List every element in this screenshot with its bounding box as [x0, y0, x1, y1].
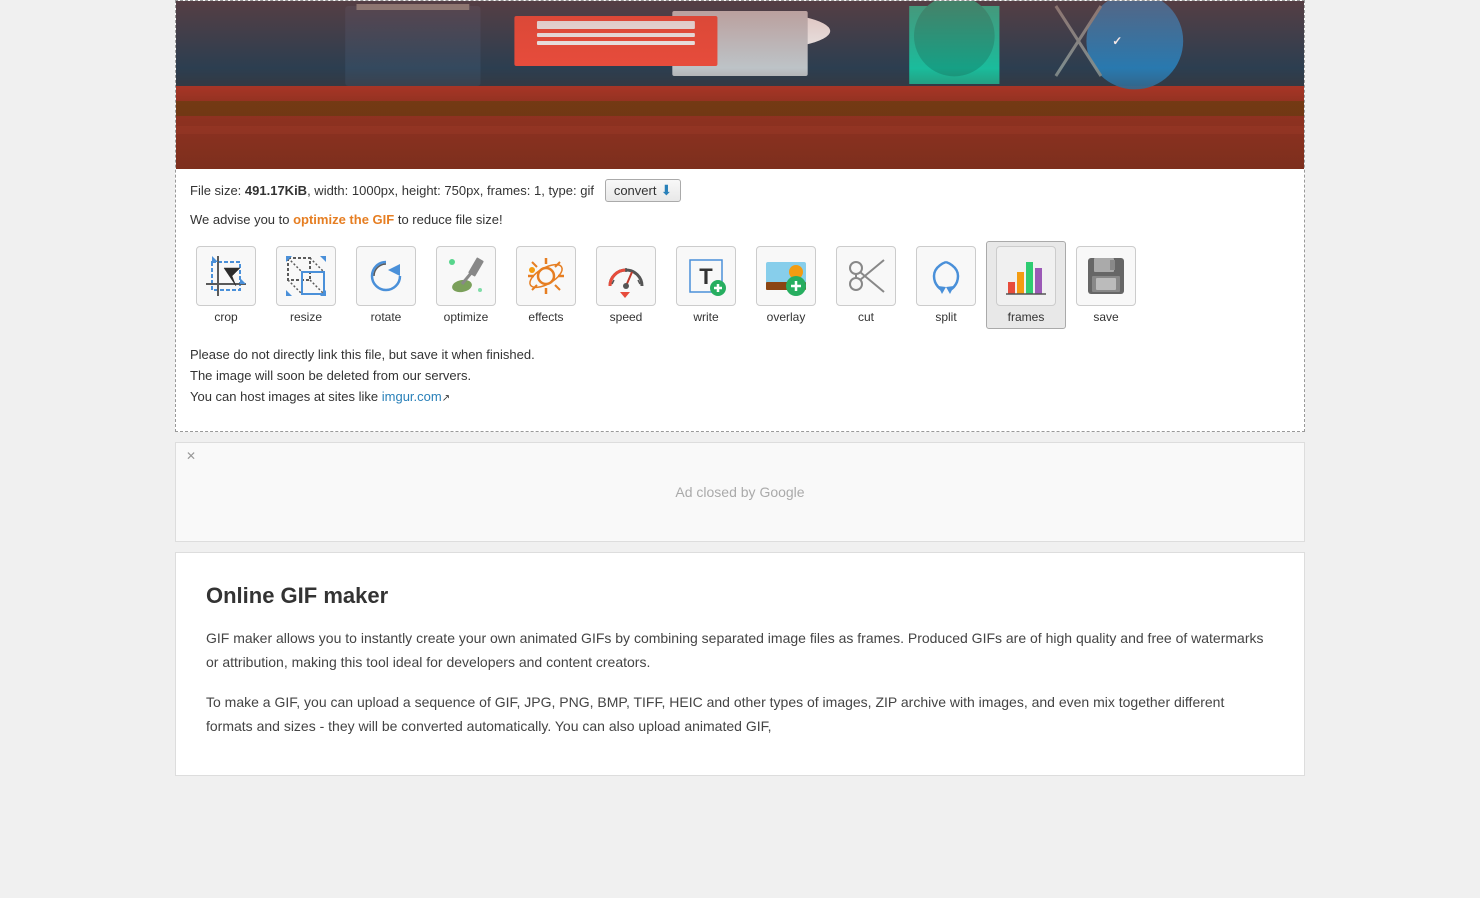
tool-crop-label: crop — [214, 310, 237, 324]
download-icon: ⬇ — [660, 182, 672, 199]
external-icon: ↗ — [442, 393, 450, 404]
tool-icon-optimize — [436, 246, 496, 306]
imgur-link[interactable]: imgur.com — [382, 389, 442, 404]
tool-write-label: write — [693, 310, 718, 324]
tool-icon-effects — [516, 246, 576, 306]
section-para1: GIF maker allows you to instantly create… — [206, 627, 1274, 675]
note-line2: The image will soon be deleted from our … — [190, 366, 1290, 387]
convert-button[interactable]: convert ⬇ — [605, 179, 681, 202]
file-size-label: File size: — [190, 183, 241, 198]
tool-write[interactable]: T write — [666, 241, 746, 329]
svg-text:✓: ✓ — [1112, 34, 1122, 48]
convert-label: convert — [614, 183, 657, 198]
file-size-value: 491.17KiB — [245, 183, 307, 198]
tool-split[interactable]: split — [906, 241, 986, 329]
tool-resize[interactable]: resize — [266, 241, 346, 329]
note-line3-prefix: You can host images at sites like — [190, 389, 382, 404]
section-para2: To make a GIF, you can upload a sequence… — [206, 691, 1274, 739]
advise-suffix: to reduce file size! — [394, 212, 502, 227]
tools-row: crop — [176, 237, 1304, 337]
tool-split-label: split — [935, 310, 956, 324]
image-placeholder: ✓ — [176, 1, 1304, 169]
file-meta: , width: 1000px, height: 750px, frames: … — [307, 183, 594, 198]
optimize-gif-link[interactable]: optimize the GIF — [293, 212, 394, 227]
tool-speed-label: speed — [610, 310, 643, 324]
tool-icon-frames — [996, 246, 1056, 306]
tool-save-label: save — [1093, 310, 1118, 324]
file-info: File size: 491.17KiB, width: 1000px, hei… — [176, 169, 1304, 208]
tool-icon-overlay — [756, 246, 816, 306]
section-title: Online GIF maker — [206, 583, 1274, 609]
tool-cut-label: cut — [858, 310, 874, 324]
tool-frames[interactable]: frames — [986, 241, 1066, 329]
tool-effects-label: effects — [528, 310, 563, 324]
tool-cut[interactable]: cut — [826, 241, 906, 329]
tool-optimize[interactable]: optimize — [426, 241, 506, 329]
tool-icon-save — [1076, 246, 1136, 306]
tool-icon-speed — [596, 246, 656, 306]
advise-prefix: We advise you to — [190, 212, 293, 227]
tool-save[interactable]: save — [1066, 241, 1146, 329]
bottom-content-section: Online GIF maker GIF maker allows you to… — [175, 552, 1305, 775]
tool-rotate[interactable]: rotate — [346, 241, 426, 329]
tool-icon-split — [916, 246, 976, 306]
ad-area: ✕ Ad closed by Google — [175, 442, 1305, 542]
advise-text: We advise you to optimize the GIF to red… — [176, 208, 1304, 237]
main-content-box: ✓ File size: 491.17KiB, width: 1000 — [175, 0, 1305, 432]
tool-icon-crop — [196, 246, 256, 306]
tool-speed[interactable]: speed — [586, 241, 666, 329]
tool-overlay[interactable]: overlay — [746, 241, 826, 329]
ad-close-button[interactable]: ✕ — [186, 449, 196, 463]
tool-frames-label: frames — [1008, 310, 1045, 324]
note-line1: Please do not directly link this file, b… — [190, 345, 1290, 366]
tool-icon-cut — [836, 246, 896, 306]
ad-label: Ad closed by Google — [675, 484, 804, 500]
tool-resize-label: resize — [290, 310, 322, 324]
tool-overlay-label: overlay — [767, 310, 806, 324]
tool-rotate-label: rotate — [371, 310, 402, 324]
gif-preview-image: ✓ — [176, 1, 1304, 169]
tool-icon-write: T — [676, 246, 736, 306]
tool-optimize-label: optimize — [444, 310, 489, 324]
tool-icon-rotate — [356, 246, 416, 306]
tool-effects[interactable]: effects — [506, 241, 586, 329]
note-area: Please do not directly link this file, b… — [176, 337, 1304, 421]
tool-crop[interactable]: crop — [186, 241, 266, 329]
note-line3: You can host images at sites like imgur.… — [190, 387, 1290, 408]
tool-icon-resize — [276, 246, 336, 306]
